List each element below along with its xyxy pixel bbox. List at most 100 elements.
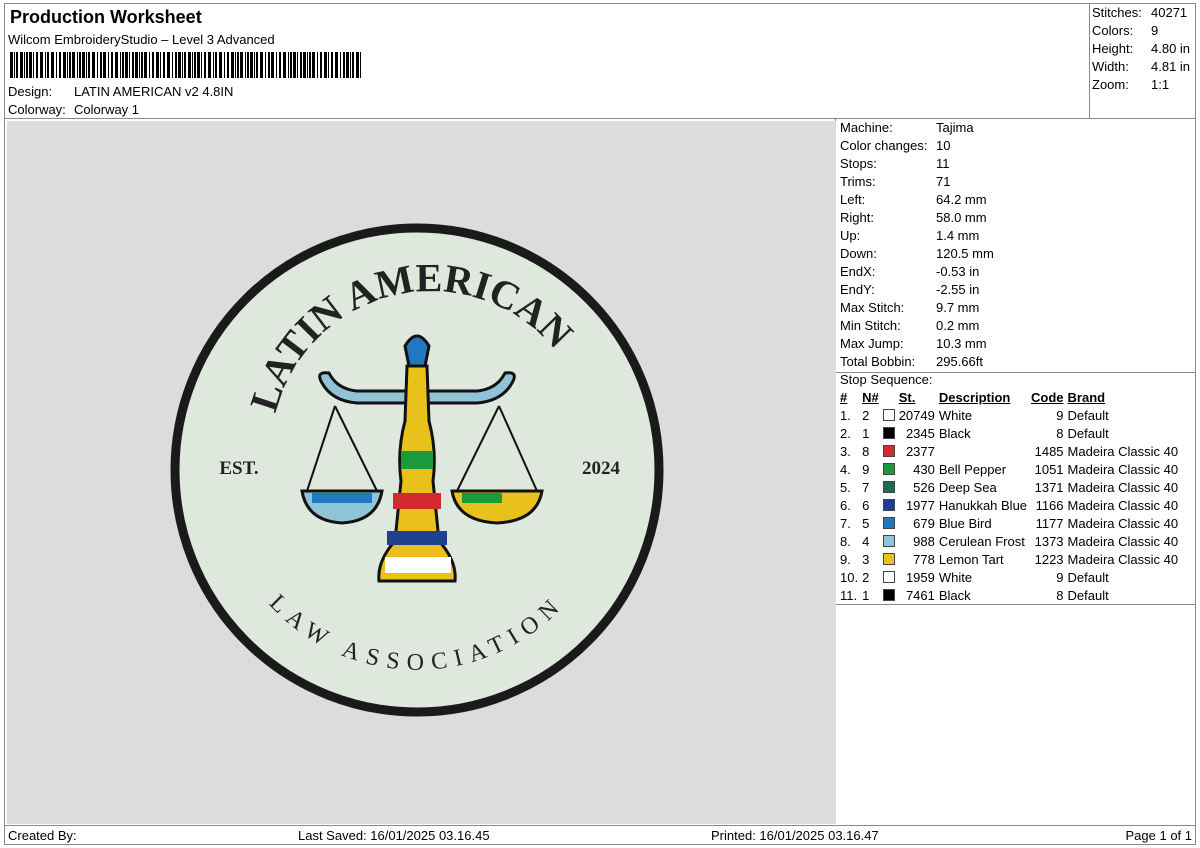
barcode-bar	[265, 52, 266, 78]
barcode-bar	[92, 52, 95, 78]
machine-row: Min Stitch: 0.2 mm	[840, 317, 994, 335]
machine-label: Color changes:	[840, 138, 928, 153]
color-swatch-box	[882, 553, 895, 565]
table-row: 11. 1 7461 Black 8 Default	[838, 587, 1180, 605]
color-swatch	[881, 587, 897, 605]
thread-code: 9	[1056, 570, 1064, 585]
thread-code: 1373	[1034, 534, 1064, 549]
barcode-bar	[67, 52, 68, 78]
barcode-bar	[331, 52, 333, 78]
barcode-bar	[192, 52, 193, 78]
col-header-st: St.	[898, 390, 916, 405]
barcode-bar	[271, 52, 274, 78]
table-row: 4. 9 430 Bell Pepper 1051 Madeira Classic 40	[838, 461, 1180, 479]
stat-value: 40271	[1151, 5, 1188, 20]
colorway-value: Colorway 1	[74, 102, 140, 117]
barcode	[10, 52, 361, 78]
col-header-desc: Description	[938, 390, 1011, 405]
machine-row: Max Stitch: 9.7 mm	[840, 299, 994, 317]
stop-number: 7.	[840, 516, 851, 531]
machine-label: Max Stitch:	[840, 300, 905, 315]
table-row: 3. 8 2377 1485 Madeira Classic 40	[838, 443, 1180, 461]
thread-brand: Madeira Classic 40	[1067, 480, 1179, 495]
machine-label: Machine:	[840, 120, 893, 135]
machine-row: Machine: Tajima	[840, 119, 994, 137]
barcode-bar	[235, 52, 236, 78]
barcode-bar	[152, 52, 154, 78]
thread-brand: Madeira Classic 40	[1067, 462, 1179, 477]
barcode-bar	[111, 52, 113, 78]
machine-row: Max Jump: 10.3 mm	[840, 335, 994, 353]
barcode-bar	[197, 52, 200, 78]
machine-value: 58.0 mm	[936, 210, 987, 225]
needle-number: 1	[862, 426, 870, 441]
barcode-bar	[279, 52, 281, 78]
machine-label: Up:	[840, 228, 861, 243]
barcode-bar	[352, 52, 354, 78]
col-header-brand: Brand	[1067, 390, 1106, 405]
page-title: Production Worksheet	[10, 7, 202, 27]
thread-brand: Madeira Classic 40	[1067, 552, 1179, 567]
barcode-bar	[260, 52, 263, 78]
barcode-bar	[16, 52, 18, 78]
barcode-bar	[160, 52, 161, 78]
stat-label: Height:	[1092, 41, 1134, 56]
barcode-bar	[14, 52, 15, 78]
thread-brand: Madeira Classic 40	[1067, 516, 1179, 531]
machine-value: 1.4 mm	[936, 228, 980, 243]
barcode-bar	[224, 52, 225, 78]
machine-value: 71	[936, 174, 951, 189]
barcode-bar	[125, 52, 128, 78]
barcode-bar	[82, 52, 85, 78]
stat-value: 4.80 in	[1151, 41, 1191, 56]
barcode-bar	[182, 52, 183, 78]
machine-row: Left: 64.2 mm	[840, 191, 994, 209]
color-swatch-box	[882, 445, 895, 457]
design-row: Design: LATIN AMERICAN v2 4.8IN	[8, 84, 233, 99]
machine-label: Right:	[840, 210, 874, 225]
thread-brand: Default	[1067, 408, 1109, 423]
barcode-bar	[20, 52, 23, 78]
stop-sequence-title: Stop Sequence:	[840, 372, 933, 387]
barcode-bar	[120, 52, 121, 78]
barcode-bar	[317, 52, 318, 78]
barcode-bar	[72, 52, 75, 78]
machine-value: 11	[936, 156, 950, 171]
machine-details: Machine: Tajima Color changes: 10 Stops: 11 Tr…	[840, 119, 994, 371]
embroidery-design: LATIN AMERICAN LAW ASSOCIATION EST. 2024	[170, 223, 664, 717]
col-header-num: #	[840, 390, 848, 405]
color-swatch	[881, 479, 897, 497]
barcode-bar	[208, 52, 211, 78]
stop-number: 4.	[840, 462, 851, 477]
color-swatch-box	[882, 409, 895, 421]
colorway-row: Colorway: Colorway 1	[8, 102, 139, 117]
stitch-count: 1959	[905, 570, 935, 585]
barcode-bar	[297, 52, 298, 78]
thread-description	[937, 443, 1029, 461]
barcode-bar	[86, 52, 87, 78]
stop-number: 3.	[840, 444, 851, 459]
design-preview: LATIN AMERICAN LAW ASSOCIATION EST. 2024	[7, 121, 836, 824]
barcode-bar	[194, 52, 196, 78]
col-header-n: N#	[862, 390, 879, 405]
color-swatch-box	[882, 427, 895, 439]
barcode-bar	[172, 52, 173, 78]
color-swatch	[881, 569, 897, 587]
color-swatch	[881, 443, 897, 461]
thread-description: Deep Sea	[938, 480, 997, 495]
thread-brand: Default	[1067, 588, 1109, 603]
barcode-bar	[167, 52, 170, 78]
needle-number: 8	[862, 444, 870, 459]
summary-row: Width: 4.81 in	[1092, 58, 1190, 76]
barcode-bar	[115, 52, 118, 78]
table-row: 7. 5 679 Blue Bird 1177 Madeira Classic 40	[838, 515, 1180, 533]
needle-number: 7	[862, 480, 870, 495]
barcode-bar	[56, 52, 57, 78]
barcode-bar	[45, 52, 46, 78]
machine-label: Left:	[840, 192, 866, 207]
barcode-bar	[122, 52, 124, 78]
stop-number: 9.	[840, 552, 851, 567]
thread-description: Lemon Tart	[938, 552, 1004, 567]
machine-label: EndY:	[840, 282, 875, 297]
thread-brand: Default	[1067, 426, 1109, 441]
